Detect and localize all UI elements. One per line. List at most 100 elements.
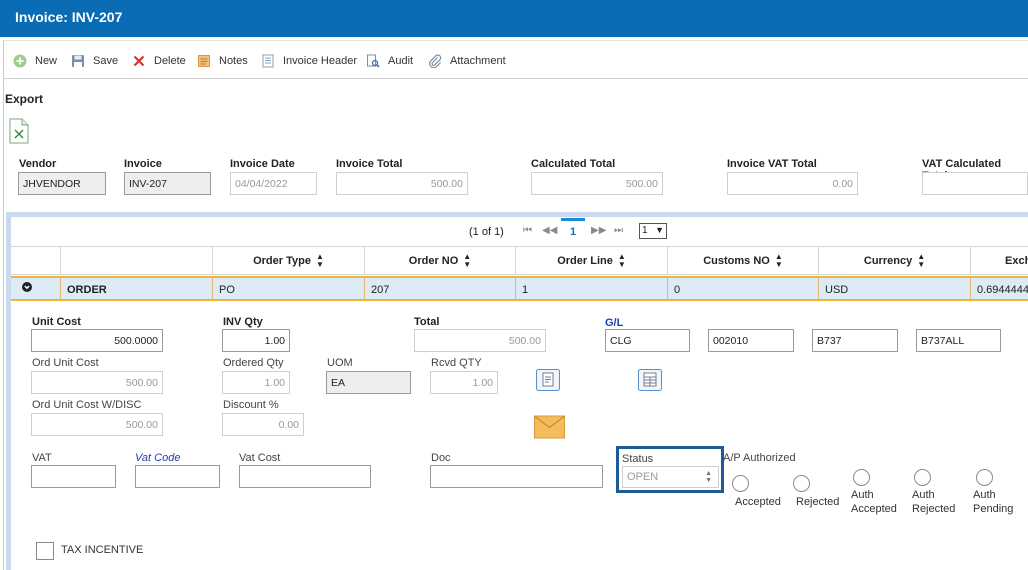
invoice-header-label: Invoice Header: [283, 55, 357, 67]
tax-incentive-checkbox[interactable]: [36, 542, 54, 560]
sort-icon[interactable]: ▲ ▼: [618, 253, 626, 269]
attachment-button[interactable]: Attachment: [428, 53, 506, 69]
doc-label: Doc: [431, 452, 451, 464]
row-order-type: PO: [212, 278, 364, 299]
gl-lookup-icon[interactable]: [638, 369, 662, 391]
inv-qty-field[interactable]: 1.00: [222, 329, 290, 352]
radio-auth-rejected-label: Auth Rejected: [912, 489, 956, 515]
sort-icon[interactable]: ▲ ▼: [316, 253, 324, 269]
next-page-icon[interactable]: ▶▶: [591, 225, 606, 236]
table-row[interactable]: ORDER PO 207 1 0 USD 0.6944444: [11, 276, 1028, 301]
vat-cost-field[interactable]: [239, 465, 371, 488]
sort-icon[interactable]: ▲ ▼: [775, 253, 783, 269]
page-number[interactable]: 1: [561, 218, 585, 246]
ord-unit-cost-field[interactable]: 500.00: [31, 371, 163, 394]
unit-cost-field[interactable]: 500.0000: [31, 329, 163, 352]
envelope-icon[interactable]: [534, 415, 565, 439]
column-header-order-no[interactable]: Order NO ▲ ▼: [364, 247, 515, 275]
sort-icon[interactable]: ▲ ▼: [917, 253, 925, 269]
updown-icon: ▲ ▼: [705, 470, 712, 484]
column-header-order-line[interactable]: Order Line ▲ ▼: [515, 247, 667, 275]
close-x-icon: [133, 55, 145, 67]
gl-field-4[interactable]: B737ALL: [916, 329, 1001, 352]
gl-field-1[interactable]: CLG: [605, 329, 690, 352]
audit-button[interactable]: Audit: [366, 53, 413, 69]
uom-field[interactable]: EA: [326, 371, 411, 394]
row-order-no: 207: [364, 278, 515, 299]
vat-code-field[interactable]: [135, 465, 220, 488]
receipt-document-icon[interactable]: [536, 369, 560, 391]
vendor-field[interactable]: JHVENDOR: [18, 172, 106, 195]
expand-column-header: [60, 247, 212, 275]
radio-auth-rejected[interactable]: [914, 469, 931, 486]
toolbar: New Save Delete Notes Invoice Header Aud…: [3, 42, 1028, 79]
notes-button[interactable]: Notes: [197, 53, 248, 69]
radio-auth-pending-label: Auth Pending: [973, 489, 1014, 515]
invoice-vat-total-field[interactable]: 0.00: [727, 172, 858, 195]
row-customs-no: 0: [667, 278, 818, 299]
gl-link[interactable]: G/L: [605, 317, 623, 329]
tax-incentive-label: TAX INCENTIVE: [61, 544, 144, 556]
radio-auth-accepted-label: Auth Accepted: [851, 489, 897, 515]
invoice-total-field[interactable]: 500.00: [336, 172, 468, 195]
column-header-customs-no[interactable]: Customs NO ▲ ▼: [667, 247, 818, 275]
column-header-currency[interactable]: Currency ▲ ▼: [818, 247, 970, 275]
prev-page-icon[interactable]: ◀◀: [542, 225, 557, 236]
calculated-total-field[interactable]: 500.00: [531, 172, 663, 195]
discount-field[interactable]: 0.00: [222, 413, 304, 436]
gl-field-3[interactable]: B737: [812, 329, 898, 352]
rcvd-qty-field[interactable]: 1.00: [430, 371, 498, 394]
vat-field[interactable]: [31, 465, 116, 488]
new-button[interactable]: New: [13, 53, 57, 69]
calculated-total-label: Calculated Total: [531, 158, 616, 170]
total-field[interactable]: 500.00: [414, 329, 546, 352]
status-select[interactable]: OPEN ▲ ▼: [622, 466, 719, 488]
row-type: ORDER: [60, 278, 212, 299]
sort-icon[interactable]: ▲ ▼: [463, 253, 471, 269]
gl-field-2[interactable]: 002010: [708, 329, 794, 352]
vat-calculated-total-field[interactable]: [922, 172, 1028, 195]
column-header-order-type[interactable]: Order Type ▲ ▼: [212, 247, 364, 275]
page-size-select[interactable]: 1 ▼: [639, 223, 667, 239]
invoice-label: Invoice: [124, 158, 162, 170]
radio-accepted[interactable]: [732, 475, 749, 492]
discount-label: Discount %: [223, 399, 279, 411]
radio-auth-pending[interactable]: [976, 469, 993, 486]
floppy-disk-icon: [72, 55, 84, 67]
row-expand-icon[interactable]: [11, 278, 60, 299]
invoice-field[interactable]: INV-207: [124, 172, 211, 195]
radio-rejected-label: Rejected: [796, 496, 840, 508]
delete-button[interactable]: Delete: [132, 53, 186, 69]
column-label: Excha: [1005, 255, 1028, 267]
vendor-label: Vendor: [19, 158, 57, 170]
row-order-line: 1: [515, 278, 667, 299]
vat-cost-label: Vat Cost: [239, 452, 281, 464]
delete-label: Delete: [154, 55, 186, 67]
column-label: Order Type: [253, 255, 311, 267]
invoice-header-button[interactable]: Invoice Header: [261, 53, 357, 69]
ordered-qty-label: Ordered Qty: [223, 357, 284, 369]
doc-field[interactable]: [430, 465, 603, 488]
invoice-date-field[interactable]: 04/04/2022: [230, 172, 317, 195]
column-label: Customs NO: [703, 255, 770, 267]
radio-rejected[interactable]: [793, 475, 810, 492]
column-label: Currency: [863, 255, 913, 267]
radio-auth-accepted[interactable]: [853, 469, 870, 486]
status-group: Status OPEN ▲ ▼: [616, 446, 724, 493]
last-page-icon[interactable]: ⏭: [614, 225, 623, 236]
first-page-icon[interactable]: ⏮: [523, 225, 532, 236]
save-button[interactable]: Save: [71, 53, 118, 69]
invoice-total-label: Invoice Total: [336, 158, 403, 170]
audit-label: Audit: [388, 55, 414, 67]
attachment-label: Attachment: [450, 55, 506, 67]
column-label: Order NO: [408, 255, 459, 267]
vat-code-link[interactable]: Vat Code: [135, 452, 180, 464]
grid-header: Order Type ▲ ▼ Order NO ▲ ▼ Order Line ▲ ▼ Cus…: [11, 246, 1028, 275]
ord-unit-cost-disc-field[interactable]: 500.00: [31, 413, 163, 436]
column-header-exchange[interactable]: Excha: [970, 247, 1028, 275]
row-currency: USD: [818, 278, 970, 299]
ordered-qty-field[interactable]: 1.00: [222, 371, 290, 394]
plus-circle-icon: [13, 54, 27, 68]
radio-accepted-label: Accepted: [735, 496, 781, 508]
excel-export-icon[interactable]: [9, 118, 29, 144]
